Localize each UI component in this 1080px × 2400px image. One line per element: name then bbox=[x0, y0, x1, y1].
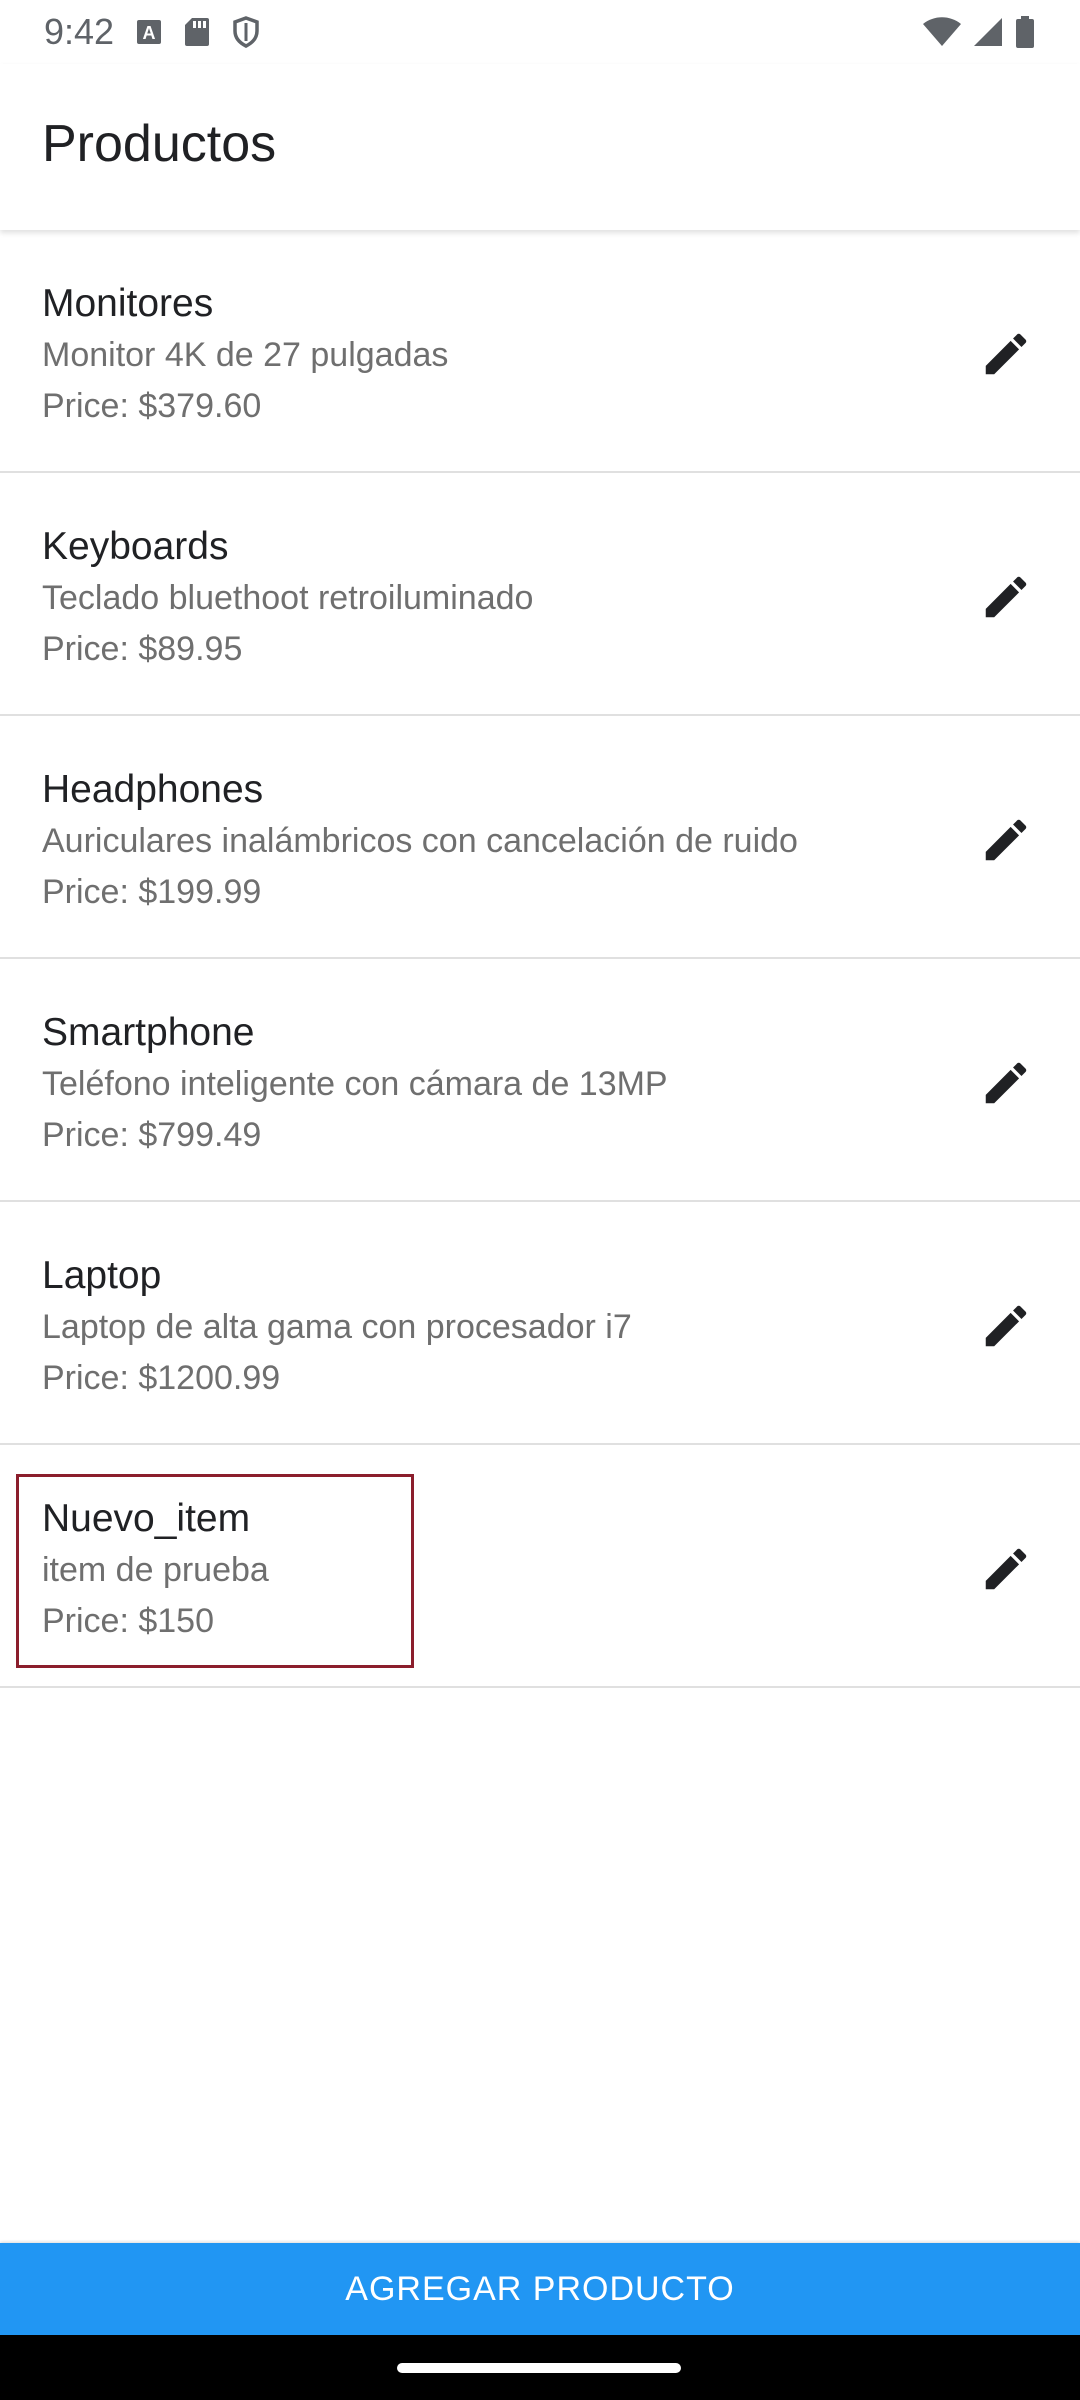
edit-button[interactable] bbox=[976, 810, 1036, 870]
list-item[interactable]: Laptop Laptop de alta gama con procesado… bbox=[0, 1202, 1080, 1445]
price-value: $1200.99 bbox=[138, 1359, 281, 1397]
svg-text:A: A bbox=[143, 23, 156, 43]
price-label: Price: bbox=[42, 630, 139, 668]
product-description: Auriculares inalámbricos con cancelación… bbox=[42, 822, 798, 860]
pencil-icon bbox=[985, 576, 1027, 618]
keyboard-a-icon: A bbox=[136, 19, 162, 45]
product-price: Price: $799.49 bbox=[42, 1110, 668, 1161]
product-name: Nuevo_item bbox=[42, 1497, 251, 1540]
status-right bbox=[922, 15, 1036, 49]
product-description: Laptop de alta gama con procesador i7 bbox=[42, 1308, 632, 1346]
edit-button[interactable] bbox=[976, 1053, 1036, 1113]
item-text: Laptop Laptop de alta gama con procesado… bbox=[42, 1250, 632, 1404]
screen: 9:42 A Productos Monitores Monitor 4K de… bbox=[0, 0, 1080, 2400]
item-text: Headphones Auriculares inalámbricos con … bbox=[42, 764, 798, 918]
price-value: $150 bbox=[138, 1602, 214, 1640]
price-value: $89.95 bbox=[138, 630, 243, 668]
edit-button[interactable] bbox=[976, 324, 1036, 384]
item-text: Keyboards Teclado bluethoot retroilumina… bbox=[42, 521, 533, 675]
price-label: Price: bbox=[42, 1116, 139, 1154]
product-name: Smartphone bbox=[42, 1011, 255, 1054]
price-label: Price: bbox=[42, 1359, 139, 1397]
wifi-icon bbox=[922, 16, 962, 48]
item-text: Smartphone Teléfono inteligente con cáma… bbox=[42, 1007, 668, 1161]
product-price: Price: $199.99 bbox=[42, 867, 798, 918]
edit-button[interactable] bbox=[976, 1296, 1036, 1356]
app-bar: Productos bbox=[0, 64, 1080, 230]
status-time: 9:42 bbox=[44, 11, 115, 52]
status-bar: 9:42 A bbox=[0, 0, 1080, 64]
list-item[interactable]: Nuevo_item item de prueba Price: $150 bbox=[0, 1445, 1080, 1688]
price-value: $379.60 bbox=[138, 387, 262, 425]
pencil-icon bbox=[985, 333, 1027, 375]
product-description: Teclado bluethoot retroiluminado bbox=[42, 579, 534, 617]
add-product-button[interactable]: AGREGAR PRODUCTO bbox=[0, 2243, 1080, 2335]
item-text: Nuevo_item item de prueba Price: $150 bbox=[42, 1493, 269, 1647]
price-value: $199.99 bbox=[138, 873, 262, 911]
product-name: Keyboards bbox=[42, 525, 229, 568]
navigation-bar bbox=[0, 2335, 1080, 2400]
price-label: Price: bbox=[42, 387, 139, 425]
list-item[interactable]: Keyboards Teclado bluethoot retroilumina… bbox=[0, 473, 1080, 716]
shield-icon bbox=[232, 16, 260, 48]
edit-button[interactable] bbox=[976, 1539, 1036, 1599]
product-price: Price: $379.60 bbox=[42, 381, 448, 432]
status-left: 9:42 A bbox=[44, 11, 260, 53]
price-label: Price: bbox=[42, 873, 139, 911]
product-price: Price: $1200.99 bbox=[42, 1353, 632, 1404]
product-description: Teléfono inteligente con cámara de 13MP bbox=[42, 1065, 668, 1103]
pencil-icon bbox=[985, 1062, 1027, 1104]
product-description: Monitor 4K de 27 pulgadas bbox=[42, 336, 449, 374]
product-price: Price: $150 bbox=[42, 1596, 269, 1647]
product-name: Headphones bbox=[42, 768, 264, 811]
product-name: Laptop bbox=[42, 1254, 162, 1297]
product-list: Monitores Monitor 4K de 27 pulgadas Pric… bbox=[0, 230, 1080, 1688]
price-value: $799.49 bbox=[138, 1116, 262, 1154]
list-item[interactable]: Headphones Auriculares inalámbricos con … bbox=[0, 716, 1080, 959]
list-item[interactable]: Smartphone Teléfono inteligente con cáma… bbox=[0, 959, 1080, 1202]
sd-card-icon bbox=[184, 17, 210, 47]
product-description: item de prueba bbox=[42, 1551, 269, 1589]
edit-button[interactable] bbox=[976, 567, 1036, 627]
item-text: Monitores Monitor 4K de 27 pulgadas Pric… bbox=[42, 278, 448, 432]
home-gesture-handle[interactable] bbox=[397, 2363, 681, 2373]
list-item[interactable]: Monitores Monitor 4K de 27 pulgadas Pric… bbox=[0, 230, 1080, 473]
pencil-icon bbox=[985, 1548, 1027, 1590]
pencil-icon bbox=[985, 1305, 1027, 1347]
price-label: Price: bbox=[42, 1602, 139, 1640]
signal-icon bbox=[972, 16, 1004, 48]
battery-icon bbox=[1014, 15, 1036, 49]
pencil-icon bbox=[985, 819, 1027, 861]
product-price: Price: $89.95 bbox=[42, 624, 533, 675]
page-title: Productos bbox=[42, 115, 277, 173]
product-name: Monitores bbox=[42, 282, 214, 325]
